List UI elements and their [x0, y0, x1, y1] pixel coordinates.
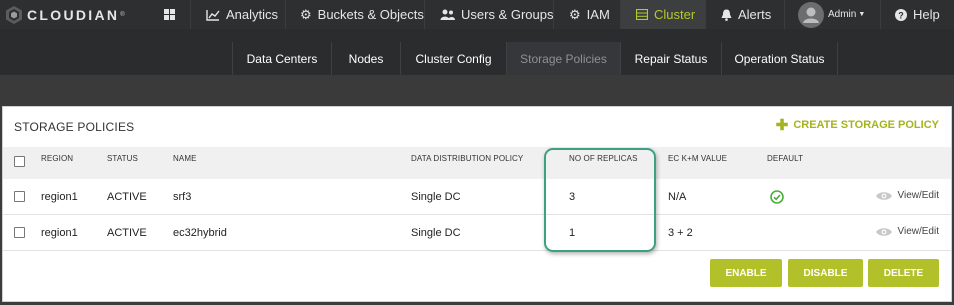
gear-icon: ⚙ — [300, 6, 312, 22]
tab-label: Storage Policies — [520, 51, 607, 66]
cell-status: ACTIVE — [107, 227, 147, 239]
storage-policies-panel: STORAGE POLICIES ✚ CREATE STORAGE POLICY… — [2, 106, 952, 302]
tab-data-centers[interactable]: Data Centers — [232, 42, 331, 75]
create-label: CREATE STORAGE POLICY — [793, 119, 939, 131]
plus-icon: ✚ — [775, 116, 789, 134]
eye-icon — [876, 191, 893, 200]
tab-operation-status[interactable]: Operation Status — [721, 42, 838, 75]
cluster-label: Cluster — [654, 7, 696, 22]
cell-name: srf3 — [173, 191, 192, 203]
caret-down-icon: ▼ — [858, 11, 866, 18]
brand-name: CLOUDIAN — [27, 7, 120, 23]
admin-label: Admin — [828, 9, 857, 20]
top-navigation-bar: CLOUDIAN ® Analytics ⚙ Buckets & Objects… — [0, 0, 954, 29]
dashboard-nav[interactable] — [164, 0, 175, 29]
delete-button[interactable]: DELETE — [868, 259, 939, 287]
header-region[interactable]: REGION — [41, 154, 73, 163]
row-checkbox[interactable] — [14, 191, 25, 202]
help-label: Help — [913, 7, 940, 22]
table-header: REGION STATUS NAME DATA DISTRIBUTION POL… — [3, 147, 951, 179]
header-status[interactable]: STATUS — [107, 154, 138, 163]
cell-name: ec32hybrid — [173, 227, 227, 239]
header-default[interactable]: DEFAULT — [767, 154, 803, 163]
line-chart-icon — [206, 9, 220, 21]
users-groups-nav[interactable]: Users & Groups — [440, 0, 553, 29]
disable-button[interactable]: DISABLE — [788, 259, 863, 287]
cell-region: region1 — [41, 191, 78, 203]
cell-ec: N/A — [668, 191, 687, 203]
analytics-label: Analytics — [226, 7, 279, 22]
cluster-nav[interactable]: Cluster — [621, 0, 705, 29]
table-row[interactable]: region1 ACTIVE srf3 Single DC 3 N/A View… — [3, 179, 951, 215]
buckets-objects-nav[interactable]: ⚙ Buckets & Objects — [300, 0, 424, 29]
iam-label: IAM — [586, 7, 610, 22]
tab-label: Nodes — [348, 51, 384, 66]
eye-icon — [876, 227, 893, 236]
view-edit-label: View/Edit — [897, 226, 939, 237]
panel-title: STORAGE POLICIES — [14, 120, 135, 134]
iam-nav[interactable]: ⚙ IAM — [569, 0, 610, 29]
content-header-band — [0, 75, 954, 106]
tab-storage-policies[interactable]: Storage Policies — [506, 42, 620, 75]
trademark: ® — [120, 12, 125, 18]
gear-icon: ⚙ — [569, 6, 581, 22]
analytics-nav[interactable]: Analytics — [206, 0, 278, 29]
tab-label: Data Centers — [246, 51, 318, 66]
cell-distribution: Single DC — [411, 191, 461, 203]
default-check-icon — [770, 190, 784, 207]
tab-label: Cluster Config — [415, 51, 492, 66]
view-edit-label: View/Edit — [897, 190, 939, 201]
svg-text:?: ? — [898, 10, 904, 20]
cell-status: ACTIVE — [107, 191, 147, 203]
nav-gap — [0, 29, 954, 42]
view-edit-link[interactable]: View/Edit — [875, 226, 939, 237]
buckets-objects-label: Buckets & Objects — [317, 7, 424, 22]
enable-button[interactable]: ENABLE — [710, 259, 782, 287]
tab-label: Repair Status — [634, 51, 708, 66]
tab-nodes[interactable]: Nodes — [331, 42, 400, 75]
cloudian-logo[interactable]: CLOUDIAN ® — [4, 5, 125, 25]
cell-distribution: Single DC — [411, 227, 461, 239]
replicas-highlight-box — [544, 148, 656, 252]
header-distribution[interactable]: DATA DISTRIBUTION POLICY — [411, 154, 523, 163]
select-all-checkbox[interactable] — [14, 156, 25, 167]
view-edit-link[interactable]: View/Edit — [875, 190, 939, 201]
avatar — [798, 1, 824, 28]
table-row[interactable]: region1 ACTIVE ec32hybrid Single DC 1 3 … — [3, 215, 951, 251]
row-checkbox[interactable] — [14, 227, 25, 238]
tab-cluster-config[interactable]: Cluster Config — [400, 42, 506, 75]
cell-region: region1 — [41, 227, 78, 239]
tab-label: Operation Status — [734, 51, 825, 66]
header-ec[interactable]: EC K+M VALUE — [668, 154, 727, 163]
create-storage-policy-link[interactable]: ✚ CREATE STORAGE POLICY — [775, 116, 939, 134]
cell-ec: 3 + 2 — [668, 227, 693, 239]
cluster-icon — [636, 9, 648, 20]
alerts-label: Alerts — [738, 7, 772, 22]
bell-icon — [721, 9, 732, 21]
users-groups-label: Users & Groups — [461, 7, 554, 22]
alerts-nav[interactable]: Alerts — [721, 0, 771, 29]
admin-user-menu[interactable]: Admin ▼ — [798, 0, 865, 29]
cloudian-logo-icon — [6, 6, 22, 24]
help-nav[interactable]: ? Help — [895, 0, 940, 29]
users-icon — [440, 9, 455, 20]
grid-icon — [164, 9, 175, 20]
tab-repair-status[interactable]: Repair Status — [620, 42, 721, 75]
help-icon: ? — [895, 8, 907, 21]
header-name[interactable]: NAME — [173, 154, 197, 163]
